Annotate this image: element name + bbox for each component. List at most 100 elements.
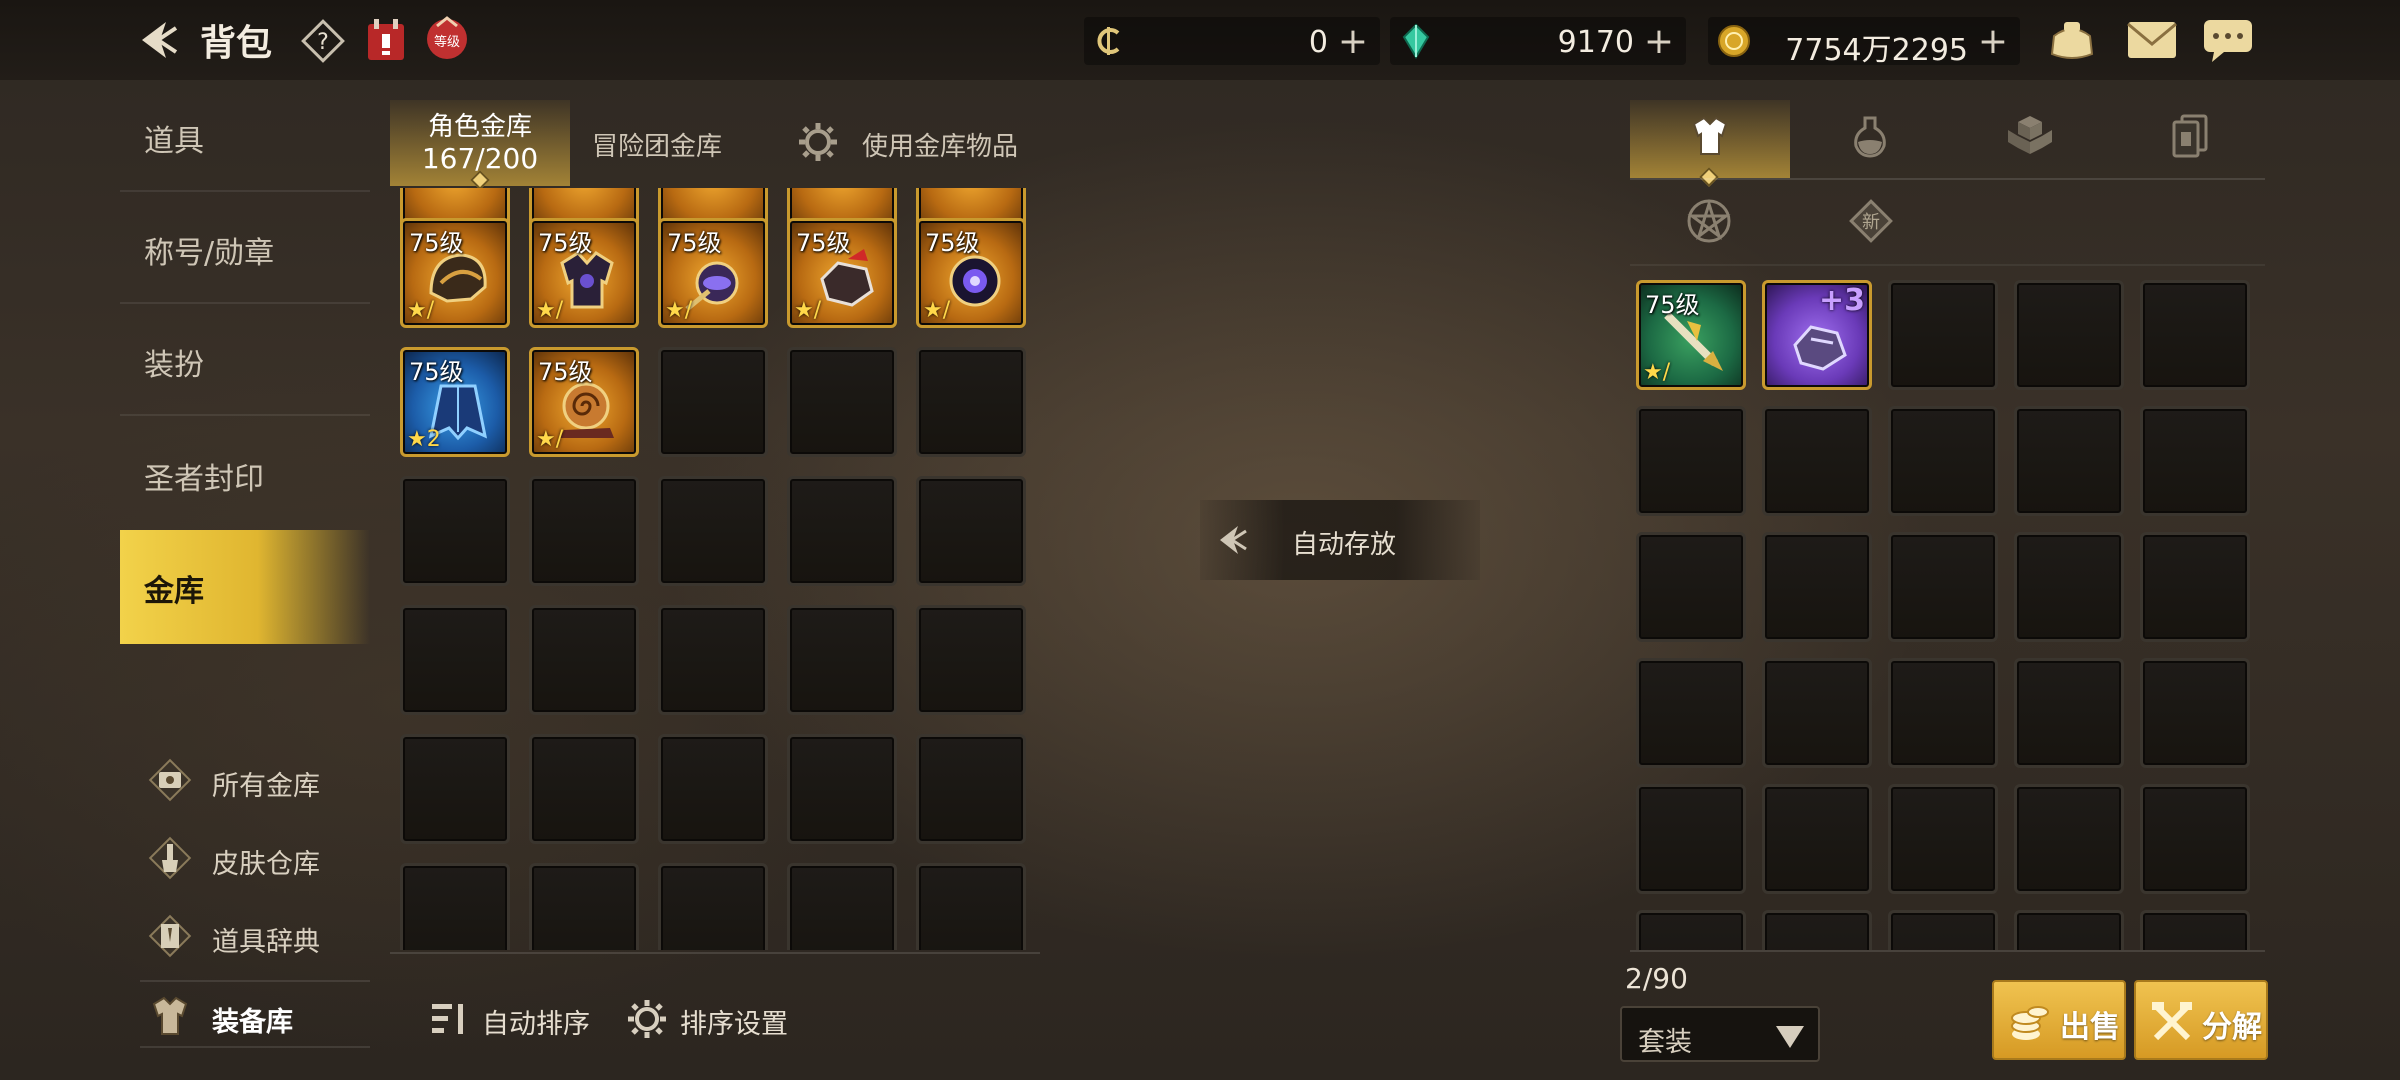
empty-slot[interactable] [529, 863, 639, 950]
item-star: ★/ [665, 298, 693, 323]
tab-adventure-vault[interactable]: 冒险团金库 [592, 100, 742, 186]
empty-slot[interactable] [1762, 532, 1872, 642]
empty-slot[interactable] [1636, 532, 1746, 642]
sidebar-item-titles[interactable]: 称号/勋章 [120, 192, 370, 304]
empty-slot[interactable] [1636, 910, 1746, 950]
empty-slot[interactable] [400, 476, 510, 586]
empty-slot[interactable] [2140, 910, 2250, 950]
vault-item[interactable]: 75级 ★/ [916, 218, 1026, 328]
new-badge-icon[interactable]: 新 [1846, 196, 1896, 246]
inventory-grid[interactable]: 75级 ★/ +3 [1630, 272, 2270, 950]
empty-slot[interactable] [787, 476, 897, 586]
tab-equipment[interactable] [1630, 100, 1790, 178]
empty-slot[interactable] [1762, 658, 1872, 768]
vault-item[interactable]: 75级 ★/ [529, 347, 639, 457]
empty-slot[interactable] [2140, 280, 2250, 390]
mail-icon[interactable] [2124, 14, 2180, 66]
empty-slot[interactable] [916, 734, 1026, 844]
empty-slot[interactable] [787, 605, 897, 715]
empty-slot[interactable] [658, 734, 768, 844]
dismantle-button[interactable]: 分解 [2134, 980, 2268, 1060]
empty-slot[interactable] [400, 605, 510, 715]
empty-slot[interactable] [1888, 280, 1998, 390]
use-vault-items-button[interactable]: 使用金库物品 [796, 100, 1046, 186]
empty-slot[interactable] [2014, 406, 2124, 516]
back-arrow-icon[interactable] [132, 14, 184, 66]
sidebar-item-costume[interactable]: 装扮 [120, 304, 370, 416]
armor-icon [152, 996, 188, 1035]
empty-slot[interactable] [658, 347, 768, 457]
tab-consumables[interactable] [1790, 100, 1950, 178]
vault-item[interactable]: 75级 ★/ [658, 218, 768, 328]
sub-nav-equipment-storage[interactable]: 装备库 [140, 980, 380, 1050]
empty-slot[interactable] [2014, 532, 2124, 642]
tab-materials[interactable] [1950, 100, 2110, 178]
empty-slot[interactable] [1762, 784, 1872, 894]
sidebar-item-items[interactable]: 道具 [120, 80, 370, 192]
empty-slot[interactable] [787, 734, 897, 844]
empty-slot[interactable] [1636, 784, 1746, 894]
empty-slot[interactable] [529, 605, 639, 715]
help-icon[interactable]: ? [300, 18, 346, 64]
empty-slot[interactable] [1888, 532, 1998, 642]
empty-slot[interactable] [2140, 406, 2250, 516]
pouch-icon[interactable] [2044, 14, 2100, 66]
currency-value: 0 [1308, 25, 1328, 60]
empty-slot[interactable] [2140, 532, 2250, 642]
inventory-item[interactable]: 75级 ★/ [1636, 280, 1746, 390]
sidebar-item-saint-seal[interactable]: 圣者封印 [120, 418, 370, 530]
empty-slot[interactable] [529, 734, 639, 844]
empty-slot[interactable] [2014, 658, 2124, 768]
vault-item[interactable]: 75级 ★/ [400, 218, 510, 328]
auto-sort-button[interactable]: 自动排序 [428, 990, 598, 1046]
empty-slot[interactable] [1636, 406, 1746, 516]
vault-item[interactable]: 75级 ★/ [787, 218, 897, 328]
empty-slot[interactable] [1762, 910, 1872, 950]
add-currency-button[interactable]: + [1644, 21, 1674, 62]
empty-slot[interactable] [916, 605, 1026, 715]
pentagram-icon[interactable] [1684, 196, 1734, 246]
empty-slot[interactable] [2014, 784, 2124, 894]
empty-slot[interactable] [400, 863, 510, 950]
empty-slot[interactable] [2140, 658, 2250, 768]
empty-slot[interactable] [1888, 910, 1998, 950]
empty-slot[interactable] [1762, 406, 1872, 516]
sub-nav-skin-storage[interactable]: 皮肤仓库 [140, 822, 380, 892]
empty-slot[interactable] [916, 347, 1026, 457]
empty-slot[interactable] [1888, 658, 1998, 768]
sort-settings-label: 排序设置 [680, 1009, 788, 1040]
empty-slot[interactable] [400, 734, 510, 844]
empty-slot[interactable] [658, 476, 768, 586]
vault-item[interactable]: 75级 ★2 [400, 347, 510, 457]
empty-slot[interactable] [658, 863, 768, 950]
add-currency-button[interactable]: + [1338, 21, 1368, 62]
auto-store-label: 自动存放 [1292, 530, 1397, 560]
sub-nav-all-vaults[interactable]: 所有金库 [140, 744, 380, 814]
sub-nav-item-dictionary[interactable]: 道具辞典 [140, 900, 380, 970]
empty-slot[interactable] [916, 476, 1026, 586]
vault-grid[interactable]: 75级 ★/ 75级 ★/ 75级 ★/ 75级 ★/ 75级 ★/ 75级 ★… [390, 188, 1050, 950]
empty-slot[interactable] [2140, 784, 2250, 894]
empty-slot[interactable] [658, 605, 768, 715]
empty-slot[interactable] [787, 347, 897, 457]
chat-icon[interactable] [2200, 14, 2256, 66]
sidebar-item-vault[interactable]: 金库 [120, 530, 370, 644]
sort-settings-button[interactable]: 排序设置 [626, 990, 806, 1046]
inventory-item[interactable]: +3 [1762, 280, 1872, 390]
empty-slot[interactable] [1636, 658, 1746, 768]
empty-slot[interactable] [2014, 280, 2124, 390]
filter-select[interactable]: 套装 [1620, 1006, 1820, 1062]
sell-button[interactable]: 出售 [1992, 980, 2126, 1060]
calendar-icon[interactable] [364, 16, 408, 64]
add-currency-button[interactable]: + [1978, 21, 2008, 62]
vault-item[interactable]: 75级 ★/ [529, 218, 639, 328]
tab-cards[interactable] [2110, 100, 2270, 178]
empty-slot[interactable] [1888, 406, 1998, 516]
auto-store-button[interactable]: 自动存放 [1200, 500, 1480, 580]
empty-slot[interactable] [2014, 910, 2124, 950]
empty-slot[interactable] [916, 863, 1026, 950]
empty-slot[interactable] [529, 476, 639, 586]
level-up-icon[interactable]: 等级 [422, 14, 472, 64]
empty-slot[interactable] [787, 863, 897, 950]
empty-slot[interactable] [1888, 784, 1998, 894]
